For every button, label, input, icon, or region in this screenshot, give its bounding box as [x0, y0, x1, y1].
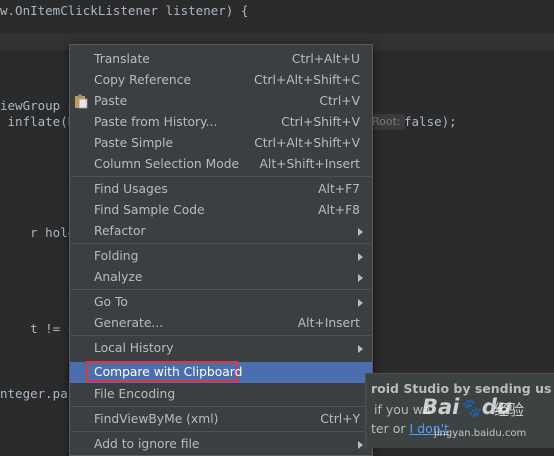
- menu-item-shortcut: Alt+Shift+Insert: [259, 157, 360, 171]
- menu-item-paste[interactable]: Paste Ctrl+V: [70, 91, 372, 112]
- submenu-arrow-icon: [358, 441, 363, 449]
- menu-item-label: Find Sample Code: [94, 203, 205, 217]
- menu-item-label: Find Usages: [94, 182, 168, 196]
- clipboard-icon: [74, 94, 88, 109]
- menu-item-label: Column Selection Mode: [94, 157, 240, 171]
- code-text: t !=: [30, 321, 68, 336]
- menu-item-label: Analyze: [94, 270, 143, 284]
- menu-item-find-sample-code[interactable]: Find Sample Code Alt+F8: [70, 200, 372, 221]
- menu-item-compare-with-clipboard[interactable]: Compare with Clipboard: [70, 361, 372, 383]
- menu-item-shortcut: Alt+F7: [318, 182, 360, 196]
- menu-item-analyze[interactable]: Analyze: [70, 267, 372, 288]
- menu-item-local-history[interactable]: Local History: [70, 338, 372, 359]
- context-menu: Translate Ctrl+Alt+U Copy Reference Ctrl…: [69, 44, 373, 456]
- menu-item-label: Translate: [94, 52, 150, 66]
- menu-item-add-to-ignore-file[interactable]: Add to ignore file: [70, 434, 372, 455]
- submenu-arrow-icon: [358, 228, 363, 236]
- menu-item-label: Copy Reference: [94, 73, 192, 87]
- menu-item-shortcut: Ctrl+V: [319, 94, 360, 108]
- menu-item-label: Add to ignore file: [94, 437, 200, 451]
- menu-separator: [71, 243, 371, 244]
- menu-separator: [71, 406, 371, 407]
- notification-title: roid Studio by sending us: [371, 381, 552, 396]
- menu-item-copy-reference[interactable]: Copy Reference Ctrl+Alt+Shift+C: [70, 70, 372, 91]
- menu-item-refactor[interactable]: Refactor: [70, 221, 372, 242]
- watermark: Bai🐾du 经验 jingyan.baidu.com: [422, 395, 554, 447]
- parameter-hint: Root:: [368, 114, 405, 130]
- menu-item-paste-simple[interactable]: Paste Simple Ctrl+Alt+Shift+V: [70, 133, 372, 154]
- menu-separator: [71, 335, 371, 336]
- menu-item-label: Generate...: [94, 316, 164, 330]
- code-fragment: false);: [404, 114, 457, 129]
- menu-separator: [71, 289, 371, 290]
- menu-item-file-encoding[interactable]: File Encoding: [70, 384, 372, 405]
- menu-item-label: Go To: [94, 295, 128, 309]
- menu-item-label: Local History: [94, 341, 174, 355]
- menu-item-folding[interactable]: Folding: [70, 246, 372, 267]
- menu-item-column-selection-mode[interactable]: Column Selection Mode Alt+Shift+Insert: [70, 154, 372, 175]
- menu-item-label: Paste: [94, 94, 128, 108]
- menu-item-paste-from-history[interactable]: Paste from History... Ctrl+Shift+V: [70, 112, 372, 133]
- submenu-arrow-icon: [358, 345, 363, 353]
- menu-item-label: Paste from History...: [94, 115, 218, 129]
- menu-item-label: File Encoding: [94, 387, 176, 401]
- menu-item-translate[interactable]: Translate Ctrl+Alt+U: [70, 49, 372, 70]
- menu-item-generate[interactable]: Generate... Alt+Insert: [70, 313, 372, 334]
- menu-separator: [71, 431, 371, 432]
- menu-item-find-usages[interactable]: Find Usages Alt+F7: [70, 179, 372, 200]
- menu-item-shortcut: Ctrl+Alt+Shift+C: [254, 73, 360, 87]
- menu-item-label: Refactor: [94, 224, 146, 238]
- menu-item-shortcut: Ctrl+Alt+U: [291, 52, 360, 66]
- watermark-url: jingyan.baidu.com: [434, 428, 527, 439]
- menu-item-findviewbyme[interactable]: FindViewByMe (xml) Ctrl+Y: [70, 409, 372, 430]
- menu-item-label: Compare with Clipboard: [94, 365, 243, 379]
- paw-icon: 🐾: [459, 398, 482, 419]
- menu-item-shortcut: Alt+Insert: [297, 316, 360, 330]
- watermark-logo-text: Bai: [422, 395, 460, 419]
- code-line: w.OnItemClickListener listener) {: [0, 3, 249, 18]
- menu-item-shortcut: Ctrl+Shift+V: [281, 115, 360, 129]
- watermark-cn: 经验: [494, 401, 525, 419]
- menu-item-shortcut: Alt+F8: [318, 203, 360, 217]
- menu-separator: [71, 176, 371, 177]
- menu-item-label: FindViewByMe (xml): [94, 412, 219, 426]
- submenu-arrow-icon: [358, 274, 363, 282]
- submenu-arrow-icon: [358, 253, 363, 261]
- menu-item-label: Paste Simple: [94, 136, 174, 150]
- submenu-arrow-icon: [358, 299, 363, 307]
- menu-item-shortcut: Ctrl+Alt+Shift+V: [254, 136, 360, 150]
- menu-item-label: Folding: [94, 249, 139, 263]
- notification-text-prefix: ter or: [371, 421, 410, 436]
- menu-item-go-to[interactable]: Go To: [70, 292, 372, 313]
- menu-item-shortcut: Ctrl+Y: [320, 412, 360, 426]
